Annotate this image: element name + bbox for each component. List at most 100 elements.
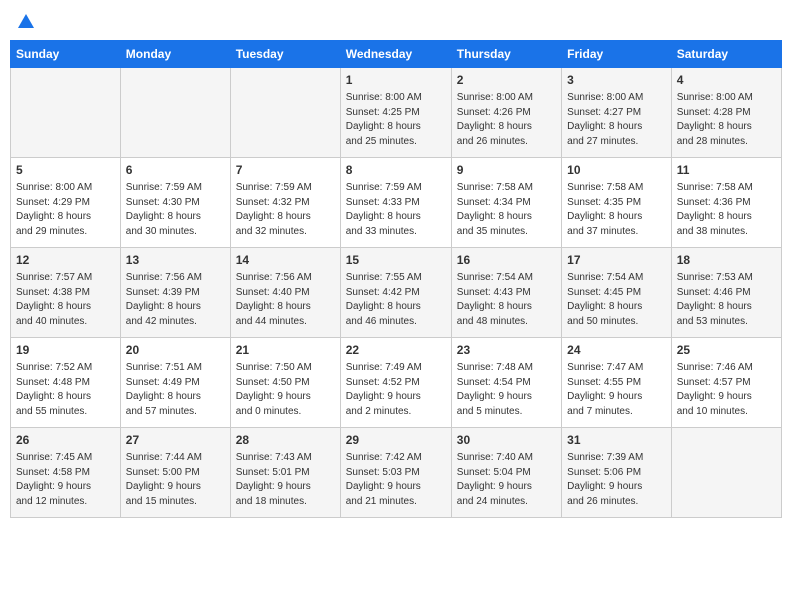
day-number: 12 [16, 252, 115, 269]
calendar-cell [11, 68, 121, 158]
day-info: Sunrise: 7:50 AM Sunset: 4:50 PM Dayligh… [236, 361, 335, 419]
day-number: 27 [126, 432, 225, 449]
day-number: 25 [677, 342, 776, 359]
calendar-cell: 3 Sunrise: 8:00 AM Sunset: 4:27 PM Daylig… [562, 68, 672, 158]
day-info: Sunrise: 7:54 AM Sunset: 4:43 PM Dayligh… [457, 271, 556, 329]
calendar-cell: 17 Sunrise: 7:54 AM Sunset: 4:45 PM Dayli… [562, 248, 672, 338]
day-info: Sunrise: 8:00 AM Sunset: 4:28 PM Dayligh… [677, 91, 776, 149]
day-number: 9 [457, 162, 556, 179]
day-number: 21 [236, 342, 335, 359]
day-info: Sunrise: 7:59 AM Sunset: 4:30 PM Dayligh… [126, 181, 225, 239]
day-number: 3 [567, 72, 666, 89]
calendar-cell: 1 Sunrise: 8:00 AM Sunset: 4:25 PM Daylig… [340, 68, 451, 158]
day-info: Sunrise: 7:58 AM Sunset: 4:36 PM Dayligh… [677, 181, 776, 239]
calendar-cell: 12 Sunrise: 7:57 AM Sunset: 4:38 PM Dayli… [11, 248, 121, 338]
calendar-cell: 26 Sunrise: 7:45 AM Sunset: 4:58 PM Dayli… [11, 428, 121, 518]
day-number: 23 [457, 342, 556, 359]
day-number: 26 [16, 432, 115, 449]
calendar-cell: 25 Sunrise: 7:46 AM Sunset: 4:57 PM Dayli… [671, 338, 781, 428]
day-number: 16 [457, 252, 556, 269]
day-number: 18 [677, 252, 776, 269]
day-info: Sunrise: 7:58 AM Sunset: 4:35 PM Dayligh… [567, 181, 666, 239]
calendar-cell: 19 Sunrise: 7:52 AM Sunset: 4:48 PM Dayli… [11, 338, 121, 428]
day-header-tuesday: Tuesday [230, 41, 340, 68]
day-header-saturday: Saturday [671, 41, 781, 68]
day-info: Sunrise: 7:52 AM Sunset: 4:48 PM Dayligh… [16, 361, 115, 419]
day-number: 5 [16, 162, 115, 179]
calendar-cell: 24Sunrise: 7:47 AM Sunset: 4:55 PM Dayli… [562, 338, 672, 428]
calendar-cell [671, 428, 781, 518]
day-number: 8 [346, 162, 446, 179]
day-number: 17 [567, 252, 666, 269]
calendar-table: SundayMondayTuesdayWednesdayThursdayFrid… [10, 40, 782, 518]
calendar-cell: 5Sunrise: 8:00 AM Sunset: 4:29 PM Daylig… [11, 158, 121, 248]
day-number: 28 [236, 432, 335, 449]
calendar-cell: 14 Sunrise: 7:56 AM Sunset: 4:40 PM Dayli… [230, 248, 340, 338]
day-info: Sunrise: 7:44 AM Sunset: 5:00 PM Dayligh… [126, 451, 225, 509]
calendar-cell: 31 Sunrise: 7:39 AM Sunset: 5:06 PM Dayli… [562, 428, 672, 518]
day-info: Sunrise: 7:58 AM Sunset: 4:34 PM Dayligh… [457, 181, 556, 239]
day-info: Sunrise: 7:54 AM Sunset: 4:45 PM Dayligh… [567, 271, 666, 329]
day-number: 31 [567, 432, 666, 449]
calendar-week-3: 19 Sunrise: 7:52 AM Sunset: 4:48 PM Dayli… [11, 338, 782, 428]
calendar-cell: 27 Sunrise: 7:44 AM Sunset: 5:00 PM Dayli… [120, 428, 230, 518]
calendar-cell: 21 Sunrise: 7:50 AM Sunset: 4:50 PM Dayli… [230, 338, 340, 428]
day-number: 22 [346, 342, 446, 359]
day-info: Sunrise: 7:57 AM Sunset: 4:38 PM Dayligh… [16, 271, 115, 329]
day-info: Sunrise: 8:00 AM Sunset: 4:25 PM Dayligh… [346, 91, 446, 149]
calendar-week-2: 12 Sunrise: 7:57 AM Sunset: 4:38 PM Dayli… [11, 248, 782, 338]
day-header-wednesday: Wednesday [340, 41, 451, 68]
calendar-body: 1 Sunrise: 8:00 AM Sunset: 4:25 PM Daylig… [11, 68, 782, 518]
calendar-cell [120, 68, 230, 158]
calendar-cell: 6 Sunrise: 7:59 AM Sunset: 4:30 PM Daylig… [120, 158, 230, 248]
calendar-cell: 22 Sunrise: 7:49 AM Sunset: 4:52 PM Dayli… [340, 338, 451, 428]
day-info: Sunrise: 7:49 AM Sunset: 4:52 PM Dayligh… [346, 361, 446, 419]
day-header-friday: Friday [562, 41, 672, 68]
calendar-cell: 10 Sunrise: 7:58 AM Sunset: 4:35 PM Dayli… [562, 158, 672, 248]
day-info: Sunrise: 7:51 AM Sunset: 4:49 PM Dayligh… [126, 361, 225, 419]
calendar-week-4: 26 Sunrise: 7:45 AM Sunset: 4:58 PM Dayli… [11, 428, 782, 518]
day-number: 30 [457, 432, 556, 449]
logo [16, 14, 34, 28]
day-number: 11 [677, 162, 776, 179]
calendar-cell: 4 Sunrise: 8:00 AM Sunset: 4:28 PM Daylig… [671, 68, 781, 158]
day-info: Sunrise: 8:00 AM Sunset: 4:27 PM Dayligh… [567, 91, 666, 149]
calendar-week-0: 1 Sunrise: 8:00 AM Sunset: 4:25 PM Daylig… [11, 68, 782, 158]
calendar-cell: 2 Sunrise: 8:00 AM Sunset: 4:26 PM Daylig… [451, 68, 561, 158]
day-number: 14 [236, 252, 335, 269]
day-number: 1 [346, 72, 446, 89]
calendar-cell: 11 Sunrise: 7:58 AM Sunset: 4:36 PM Dayli… [671, 158, 781, 248]
calendar-cell: 9 Sunrise: 7:58 AM Sunset: 4:34 PM Daylig… [451, 158, 561, 248]
day-number: 4 [677, 72, 776, 89]
day-number: 13 [126, 252, 225, 269]
calendar-cell: 23 Sunrise: 7:48 AM Sunset: 4:54 PM Dayli… [451, 338, 561, 428]
calendar-cell: 16 Sunrise: 7:54 AM Sunset: 4:43 PM Dayli… [451, 248, 561, 338]
day-info: Sunrise: 7:43 AM Sunset: 5:01 PM Dayligh… [236, 451, 335, 509]
day-number: 10 [567, 162, 666, 179]
calendar-week-1: 5Sunrise: 8:00 AM Sunset: 4:29 PM Daylig… [11, 158, 782, 248]
calendar-cell: 7Sunrise: 7:59 AM Sunset: 4:32 PM Daylig… [230, 158, 340, 248]
day-number: 29 [346, 432, 446, 449]
day-info: Sunrise: 7:45 AM Sunset: 4:58 PM Dayligh… [16, 451, 115, 509]
calendar-cell: 8 Sunrise: 7:59 AM Sunset: 4:33 PM Daylig… [340, 158, 451, 248]
logo-triangle-icon [18, 12, 34, 28]
day-info: Sunrise: 7:59 AM Sunset: 4:32 PM Dayligh… [236, 181, 335, 239]
day-info: Sunrise: 7:56 AM Sunset: 4:40 PM Dayligh… [236, 271, 335, 329]
day-info: Sunrise: 7:48 AM Sunset: 4:54 PM Dayligh… [457, 361, 556, 419]
day-info: Sunrise: 7:53 AM Sunset: 4:46 PM Dayligh… [677, 271, 776, 329]
calendar-header: SundayMondayTuesdayWednesdayThursdayFrid… [11, 41, 782, 68]
day-number: 24 [567, 342, 666, 359]
day-number: 2 [457, 72, 556, 89]
day-info: Sunrise: 7:56 AM Sunset: 4:39 PM Dayligh… [126, 271, 225, 329]
day-number: 19 [16, 342, 115, 359]
day-info: Sunrise: 7:59 AM Sunset: 4:33 PM Dayligh… [346, 181, 446, 239]
day-info: Sunrise: 7:40 AM Sunset: 5:04 PM Dayligh… [457, 451, 556, 509]
calendar-cell: 29Sunrise: 7:42 AM Sunset: 5:03 PM Dayli… [340, 428, 451, 518]
day-info: Sunrise: 7:55 AM Sunset: 4:42 PM Dayligh… [346, 271, 446, 329]
day-header-monday: Monday [120, 41, 230, 68]
day-info: Sunrise: 7:46 AM Sunset: 4:57 PM Dayligh… [677, 361, 776, 419]
day-info: Sunrise: 7:39 AM Sunset: 5:06 PM Dayligh… [567, 451, 666, 509]
day-number: 6 [126, 162, 225, 179]
day-header-row: SundayMondayTuesdayWednesdayThursdayFrid… [11, 41, 782, 68]
day-info: Sunrise: 8:00 AM Sunset: 4:26 PM Dayligh… [457, 91, 556, 149]
